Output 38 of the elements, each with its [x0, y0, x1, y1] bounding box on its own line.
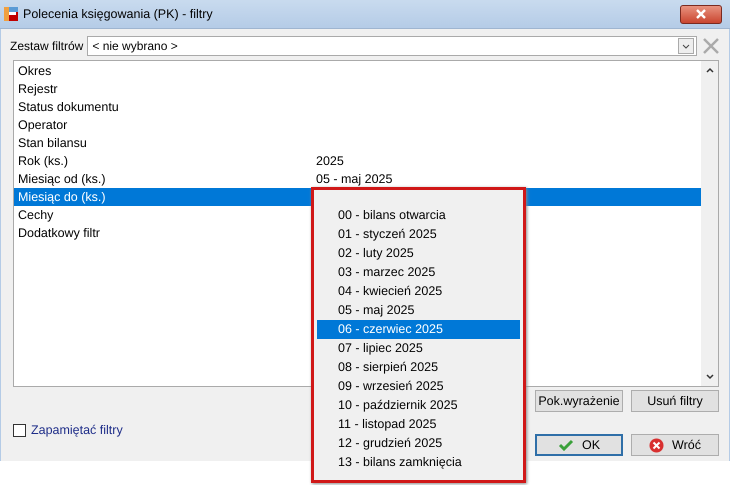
- dropdown-item[interactable]: 05 - maj 2025: [317, 301, 520, 320]
- filter-row[interactable]: Rejestr: [14, 80, 316, 98]
- ok-button[interactable]: OK: [535, 434, 623, 456]
- dropdown-item[interactable]: 00 - bilans otwarcia: [317, 206, 520, 225]
- dropdown-item[interactable]: 02 - luty 2025: [317, 244, 520, 263]
- filter-row[interactable]: Miesiąc od (ks.) 05 - maj 2025: [14, 170, 392, 188]
- check-icon: [558, 439, 574, 451]
- filter-set-label: Zestaw filtrów: [10, 39, 84, 53]
- app-icon: [4, 7, 18, 21]
- filter-set-dropdown[interactable]: < nie wybrano >: [87, 36, 697, 56]
- checkbox[interactable]: [13, 424, 26, 436]
- dropdown-item[interactable]: 13 - bilans zamknięcia: [317, 453, 520, 472]
- dialog-button[interactable]: Usuń filtry: [631, 390, 719, 412]
- filter-row[interactable]: Stan bilansu: [14, 134, 316, 152]
- cancel-icon: [649, 438, 664, 452]
- dropdown-item[interactable]: 12 - grudzień 2025: [317, 434, 520, 453]
- close-icon: [695, 9, 707, 19]
- scroll-up-icon[interactable]: [704, 66, 714, 74]
- dropdown-item[interactable]: 10 - październik 2025: [317, 396, 520, 415]
- window-title: Polecenia księgowania (PK) - filtry: [23, 7, 214, 21]
- dropdown-item[interactable]: 08 - sierpień 2025: [317, 358, 520, 377]
- dropdown-item[interactable]: 01 - styczeń 2025: [317, 225, 520, 244]
- checkbox-label[interactable]: Zapamiętać filtry: [31, 423, 123, 437]
- filter-row[interactable]: Status dokumentu: [14, 98, 316, 116]
- filter-row[interactable]: Rok (ks.) 2025: [14, 152, 344, 170]
- scrollbar[interactable]: [701, 61, 718, 386]
- close-button[interactable]: [680, 4, 722, 24]
- scroll-down-icon[interactable]: [704, 373, 714, 381]
- dropdown-item[interactable]: 07 - lipiec 2025: [317, 339, 520, 358]
- cancel-button[interactable]: Wróć: [631, 434, 719, 456]
- dropdown-item[interactable]: 03 - marzec 2025: [317, 263, 520, 282]
- filter-row[interactable]: Okres: [14, 62, 316, 80]
- dropdown-item[interactable]: 09 - wrzesień 2025: [317, 377, 520, 396]
- dropdown-item[interactable]: 06 - czerwiec 2025: [317, 320, 520, 339]
- dropdown-item[interactable]: 04 - kwiecień 2025: [317, 282, 520, 301]
- dropdown-item[interactable]: 11 - listopad 2025: [317, 415, 520, 434]
- dialog-button[interactable]: Pok.wyrażenie: [535, 390, 623, 412]
- filter-row[interactable]: Operator: [14, 116, 316, 134]
